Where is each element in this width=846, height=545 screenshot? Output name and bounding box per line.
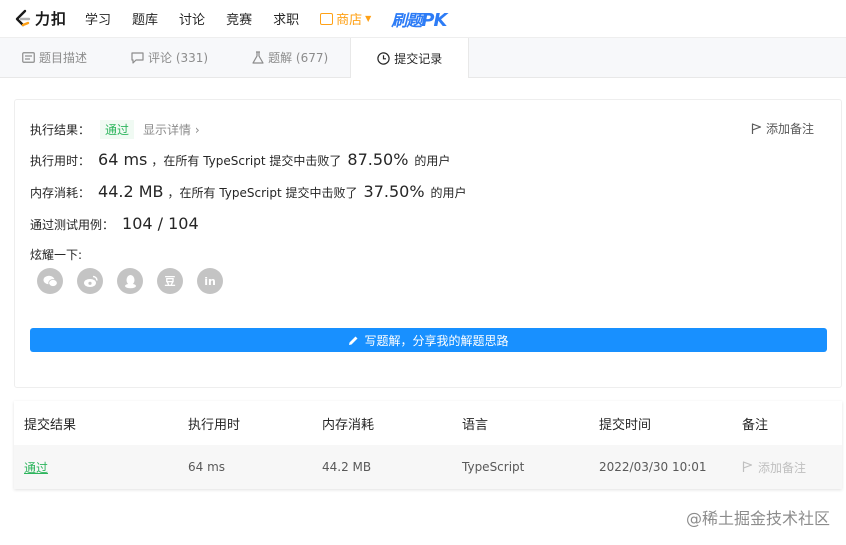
douban-glyph: 豆 xyxy=(164,275,176,288)
chevron-down-icon: ▼ xyxy=(365,14,372,23)
linkedin-glyph: in xyxy=(204,274,216,288)
testcases-row: 通过测试用例： 104 / 104 xyxy=(30,214,203,233)
store-label: 商店 xyxy=(336,13,363,28)
nav-item-store[interactable]: 商店 ▼ xyxy=(320,9,371,28)
share-row: 炫耀一下: xyxy=(30,246,82,263)
share-label: 炫耀一下: xyxy=(30,248,83,262)
tab-comments-label: 评论 (331) xyxy=(148,51,209,65)
memory-row: 内存消耗： 44.2 MB ，在所有 TypeScript 提交中击败了 37.… xyxy=(30,182,467,201)
col-header-note: 备注 xyxy=(742,417,769,433)
nav-item-problems[interactable]: 题库 xyxy=(132,9,158,28)
table-row: 通过 64 ms 44.2 MB TypeScript 2022/03/30 1… xyxy=(14,445,842,489)
submission-table: 提交结果 执行用时 内存消耗 语言 提交时间 备注 通过 64 ms 44.2 … xyxy=(14,401,842,489)
flask-icon xyxy=(252,51,264,64)
result-label: 执行结果： xyxy=(30,123,91,137)
social-share-buttons: 豆 in xyxy=(37,268,223,294)
memory-beat-text: ，在所有 TypeScript 提交中击败了 xyxy=(167,186,358,200)
memory-users-text: 的用户 xyxy=(430,186,467,200)
pk-brand-text: 刷题 xyxy=(391,10,422,30)
submission-result-card: 执行结果： 通过 显示详情 › 添加备注 执行用时： 64 ms ，在所有 Ty… xyxy=(14,99,842,388)
weibo-icon[interactable] xyxy=(77,268,103,294)
status-badge: 通过 xyxy=(100,120,135,139)
linkedin-icon[interactable]: in xyxy=(197,268,223,294)
submission-add-note-label: 添加备注 xyxy=(758,460,807,475)
memory-value: 44.2 MB xyxy=(98,182,164,201)
runtime-row: 执行用时： 64 ms ，在所有 TypeScript 提交中击败了 87.50… xyxy=(30,150,450,169)
pencil-icon xyxy=(348,335,359,346)
qq-icon[interactable] xyxy=(117,268,143,294)
watermark: @稀土掘金技术社区 xyxy=(685,509,830,528)
write-solution-label: 写题解，分享我的解题思路 xyxy=(364,333,509,348)
result-row: 执行结果： 通过 显示详情 › xyxy=(30,120,200,139)
runtime-percent: 87.50% xyxy=(347,150,409,169)
col-header-time: 提交时间 xyxy=(599,417,652,433)
tab-submissions-label: 提交记录 xyxy=(394,51,443,66)
submission-add-note-button[interactable]: 添加备注 xyxy=(742,459,806,476)
memory-percent: 37.50% xyxy=(363,182,425,201)
table-header: 提交结果 执行用时 内存消耗 语言 提交时间 备注 xyxy=(14,401,842,445)
nav-item-contest[interactable]: 竞赛 xyxy=(226,9,252,28)
chevron-right-icon: › xyxy=(194,123,200,137)
pk-banner[interactable]: 刷题PK xyxy=(391,7,447,31)
nav-item-discuss[interactable]: 讨论 xyxy=(179,9,205,28)
tab-solutions-label: 题解 (677) xyxy=(268,51,329,65)
write-solution-button[interactable]: 写题解，分享我的解题思路 xyxy=(30,328,827,352)
col-header-memory: 内存消耗 xyxy=(322,417,375,433)
wechat-icon[interactable] xyxy=(37,268,63,294)
submission-memory: 44.2 MB xyxy=(322,460,372,474)
top-nav: 力扣 学习 题库 讨论 竞赛 求职 商店 ▼ 刷题PK xyxy=(0,0,846,37)
tab-description-label: 题目描述 xyxy=(39,51,88,65)
submission-status-link[interactable]: 通过 xyxy=(24,459,48,476)
show-details-text: 显示详情 xyxy=(143,123,192,137)
tab-solutions[interactable]: 题解 (677) xyxy=(230,38,350,77)
submission-runtime: 64 ms xyxy=(188,460,226,474)
runtime-value: 64 ms xyxy=(98,150,148,169)
submission-time: 2022/03/30 10:01 xyxy=(599,460,707,474)
add-note-label: 添加备注 xyxy=(765,122,814,136)
col-header-status: 提交结果 xyxy=(24,417,77,433)
logo[interactable]: 力扣 xyxy=(13,8,67,29)
nav-item-jobs[interactable]: 求职 xyxy=(273,9,299,28)
flag-icon xyxy=(751,122,762,134)
runtime-label: 执行用时： xyxy=(30,154,91,168)
comment-icon xyxy=(131,51,144,64)
tab-comments[interactable]: 评论 (331) xyxy=(109,38,230,77)
document-icon xyxy=(22,52,35,63)
store-icon xyxy=(320,12,334,25)
douban-icon[interactable]: 豆 xyxy=(157,268,183,294)
problem-tabs: 题目描述 评论 (331) 题解 (677) 提交记录 xyxy=(0,37,846,78)
clock-icon xyxy=(377,51,390,65)
col-header-runtime: 执行用时 xyxy=(188,417,241,433)
submission-language: TypeScript xyxy=(462,460,525,474)
memory-label: 内存消耗： xyxy=(30,186,91,200)
flag-icon xyxy=(742,461,753,472)
logo-text: 力扣 xyxy=(35,10,68,28)
runtime-beat-text: ，在所有 TypeScript 提交中击败了 xyxy=(151,154,342,168)
testcases-value: 104 / 104 xyxy=(122,214,199,233)
pk-suffix-text: PK xyxy=(421,9,447,31)
runtime-users-text: 的用户 xyxy=(414,154,451,168)
tab-submissions[interactable]: 提交记录 xyxy=(350,38,470,78)
add-note-button[interactable]: 添加备注 xyxy=(751,120,814,137)
nav-item-learn[interactable]: 学习 xyxy=(85,9,111,28)
tab-description[interactable]: 题目描述 xyxy=(0,38,109,77)
show-details-link[interactable]: 显示详情 › xyxy=(143,121,200,138)
testcases-label: 通过测试用例： xyxy=(30,218,115,232)
leetcode-logo-icon xyxy=(15,9,31,26)
col-header-language: 语言 xyxy=(462,417,489,433)
